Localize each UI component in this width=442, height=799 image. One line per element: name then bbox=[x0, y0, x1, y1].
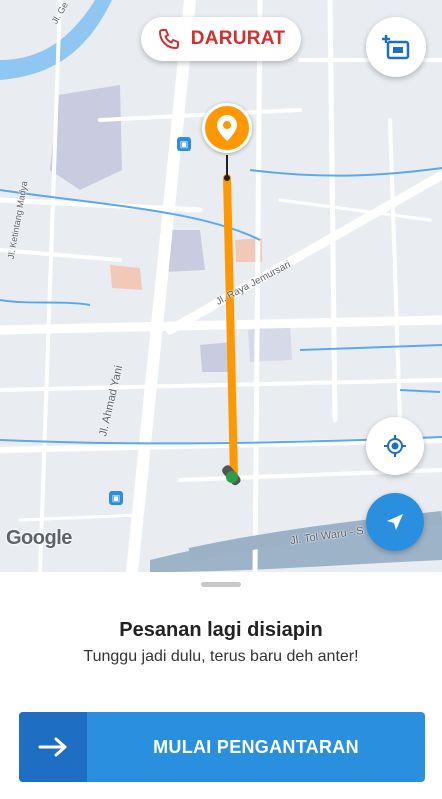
arrow-right-icon bbox=[19, 712, 87, 782]
order-status-title: Pesanan lagi disiapin bbox=[119, 619, 323, 641]
map-view[interactable]: ▣ ▣ Jl. Ahmad Yani Jl. Raya Jemursari Jl… bbox=[0, 0, 442, 572]
add-destination-icon bbox=[381, 34, 411, 60]
recenter-button[interactable] bbox=[366, 417, 424, 475]
my-location-icon bbox=[383, 434, 407, 458]
bottom-sheet: Pesanan lagi disiapin Tunggu jadi dulu, … bbox=[0, 572, 442, 799]
phone-icon bbox=[157, 27, 181, 51]
bus-stop-icon: ▣ bbox=[177, 137, 191, 151]
emergency-button[interactable]: DARURAT bbox=[141, 17, 301, 61]
navigate-button[interactable] bbox=[366, 493, 424, 551]
destination-pin-icon bbox=[202, 103, 252, 153]
order-status-subtitle: Tunggu jadi dulu, terus baru deh anter! bbox=[83, 648, 359, 665]
google-logo: Google bbox=[6, 527, 72, 549]
navigation-arrow-icon bbox=[385, 512, 405, 532]
start-delivery-button[interactable]: MULAI PENGANTARAN bbox=[19, 712, 425, 782]
sheet-drag-handle[interactable] bbox=[201, 582, 241, 587]
add-destination-button[interactable] bbox=[366, 17, 426, 77]
rider-marker-icon bbox=[218, 462, 246, 490]
emergency-label: DARURAT bbox=[190, 28, 286, 49]
start-delivery-label: MULAI PENGANTARAN bbox=[153, 736, 359, 757]
bus-stop-icon: ▣ bbox=[109, 491, 123, 505]
